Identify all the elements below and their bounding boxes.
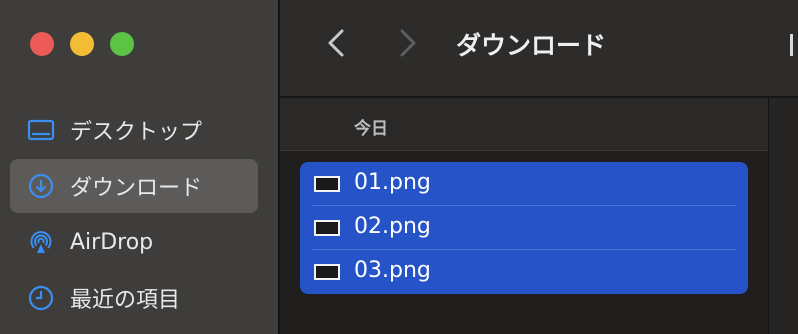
window-title: ダウンロード <box>456 31 607 60</box>
desktop-icon <box>27 119 55 141</box>
sidebar-item-label: 最近の項目 <box>70 288 181 313</box>
image-file-icon <box>314 264 340 280</box>
sidebar-item-label: AirDrop <box>70 229 154 255</box>
sidebar-item-recents[interactable]: 最近の項目 <box>10 271 258 325</box>
sidebar-item-desktop[interactable]: デスクトップ <box>10 103 258 157</box>
minimize-window-button[interactable] <box>70 32 94 56</box>
sidebar: デスクトップ ダウンロード AirDrop 最近の項目 <box>0 0 278 334</box>
zoom-window-button[interactable] <box>110 32 134 56</box>
image-file-icon <box>314 220 340 236</box>
close-window-button[interactable] <box>30 32 54 56</box>
sidebar-item-airdrop[interactable]: AirDrop <box>10 215 258 269</box>
sidebar-item-label: ダウンロード <box>70 176 203 201</box>
sidebar-item-downloads[interactable]: ダウンロード <box>10 159 258 213</box>
clock-icon <box>28 285 54 311</box>
toolbar-edge <box>790 34 793 56</box>
list-item[interactable]: 03.png <box>300 250 748 294</box>
list-item[interactable]: 01.png <box>300 162 748 206</box>
group-header-label: 今日 <box>354 119 388 139</box>
back-chevron-icon[interactable] <box>322 26 350 60</box>
forward-chevron-icon[interactable] <box>394 26 422 60</box>
file-name: 02.png <box>354 214 431 239</box>
image-file-icon <box>314 176 340 192</box>
preview-pane <box>768 98 798 334</box>
selected-files: 01.png 02.png 03.png <box>300 162 748 294</box>
list-item[interactable]: 02.png <box>300 206 748 250</box>
airdrop-icon <box>30 231 52 253</box>
download-icon <box>28 173 54 199</box>
file-name: 01.png <box>354 170 431 195</box>
group-header: 今日 <box>280 98 768 151</box>
file-name: 03.png <box>354 258 431 283</box>
sidebar-item-label: デスクトップ <box>70 120 203 145</box>
